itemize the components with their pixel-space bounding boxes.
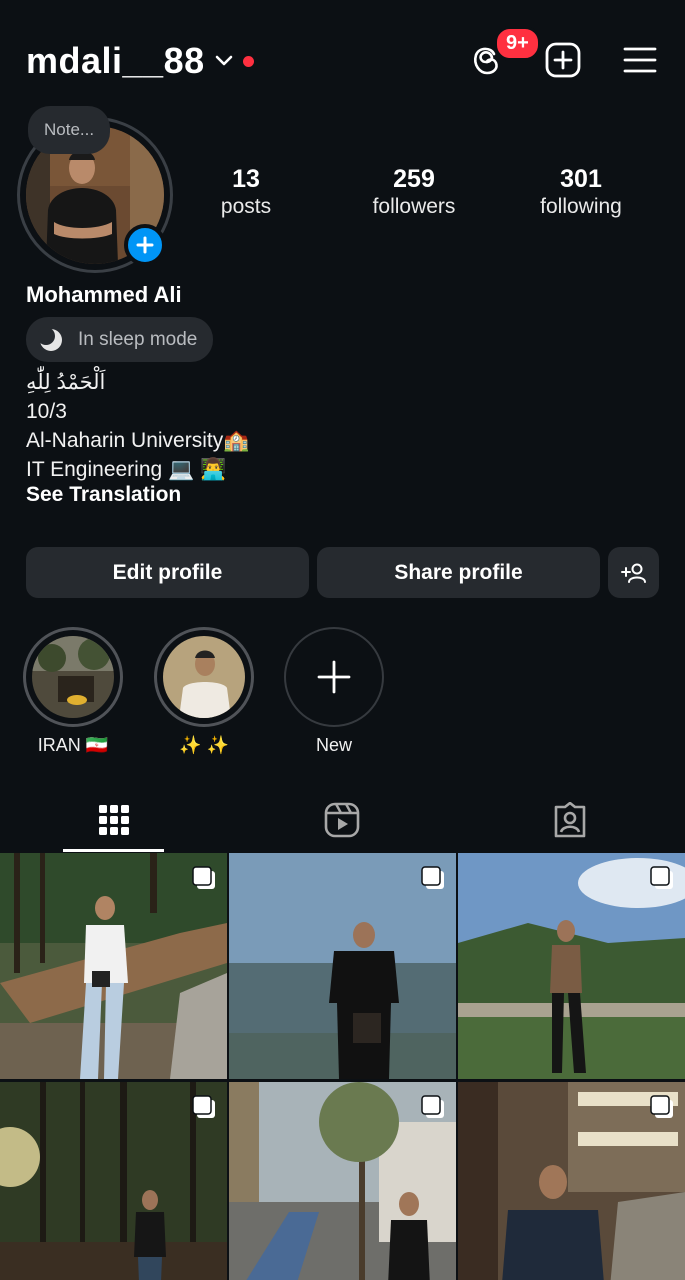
post-thumbnail[interactable] — [458, 853, 685, 1079]
full-name: Mohammed Ali — [26, 282, 182, 307]
stat-following[interactable]: 301 following — [521, 164, 641, 219]
stat-label: followers — [372, 195, 456, 218]
plus-icon — [136, 236, 154, 254]
bio-line: اَلْحَمْدُ لِلّٰهِ — [26, 371, 106, 394]
account-switcher[interactable]: mdali__88 — [26, 40, 254, 82]
status-text: In sleep mode — [78, 328, 198, 350]
posts-grid — [0, 853, 685, 1280]
share-profile-button[interactable]: Share profile — [317, 547, 600, 598]
tagged-icon — [554, 802, 586, 838]
chevron-down-icon[interactable] — [215, 52, 233, 70]
add-story-button[interactable] — [124, 224, 166, 266]
profile-tabs — [0, 790, 685, 852]
post-thumbnail[interactable] — [0, 853, 227, 1079]
post-thumbnail[interactable] — [458, 1082, 685, 1280]
stat-posts[interactable]: 13 posts — [196, 164, 296, 219]
tab-posts-grid[interactable] — [94, 800, 134, 840]
discover-people-button[interactable] — [608, 547, 659, 598]
post-thumbnail[interactable] — [229, 1082, 456, 1280]
tab-reels[interactable] — [322, 800, 362, 840]
threads-badge: 9+ — [494, 26, 541, 61]
see-translation-link[interactable]: See Translation — [26, 483, 181, 507]
stat-number: 301 — [560, 165, 602, 193]
multi-photo-icon — [421, 1095, 444, 1118]
stat-number: 13 — [232, 165, 260, 193]
edit-profile-button[interactable]: Edit profile — [26, 547, 309, 598]
status-pill[interactable]: In sleep mode — [26, 317, 214, 362]
post-thumbnail[interactable] — [229, 853, 456, 1079]
bio-line: 10/3 — [26, 400, 67, 423]
new-highlight[interactable]: New — [284, 627, 384, 756]
highlight-item[interactable]: IRAN 🇮🇷 — [23, 627, 123, 756]
reels-icon — [324, 802, 360, 838]
stat-label: following — [540, 195, 622, 218]
multi-photo-icon — [650, 866, 673, 889]
stat-followers[interactable]: 259 followers — [354, 164, 474, 219]
highlight-label: IRAN 🇮🇷 — [37, 735, 109, 755]
highlight-ring — [154, 627, 254, 727]
add-person-icon — [620, 563, 646, 583]
highlight-ring — [23, 627, 123, 727]
menu-button[interactable] — [618, 38, 662, 82]
multi-photo-icon — [421, 866, 444, 889]
multi-photo-icon — [650, 1095, 673, 1118]
stat-number: 259 — [393, 165, 435, 193]
tab-tagged[interactable] — [550, 800, 590, 840]
bio-line: IT Engineering 💻 👨‍💻 — [26, 458, 227, 481]
highlight-cover — [163, 636, 245, 718]
menu-icon — [623, 47, 657, 73]
top-bar: mdali__88 9+ — [0, 0, 685, 120]
stat-label: posts — [220, 195, 272, 218]
plus-icon — [317, 660, 351, 694]
highlight-item[interactable]: ✨ ✨ — [154, 627, 254, 756]
highlight-label: ✨ ✨ — [179, 735, 229, 755]
moon-icon — [38, 326, 62, 351]
username[interactable]: mdali__88 — [26, 40, 205, 82]
new-highlight-circle — [284, 627, 384, 727]
multi-photo-icon — [192, 1095, 215, 1118]
bio-line: Al-Naharin University🏫 — [26, 429, 250, 452]
create-button[interactable] — [541, 38, 585, 82]
notification-dot — [242, 55, 254, 67]
post-thumbnail[interactable] — [0, 1082, 227, 1280]
highlight-cover — [32, 636, 114, 718]
grid-icon — [99, 805, 129, 835]
create-icon — [545, 42, 581, 78]
highlight-label: New — [315, 735, 352, 755]
bio: اَلْحَمْدُ لِلّٰهِ 10/3 Al-Naharin Unive… — [26, 368, 249, 484]
note-bubble[interactable]: Note... — [28, 106, 111, 154]
active-tab-indicator — [63, 849, 164, 852]
multi-photo-icon — [192, 866, 215, 889]
